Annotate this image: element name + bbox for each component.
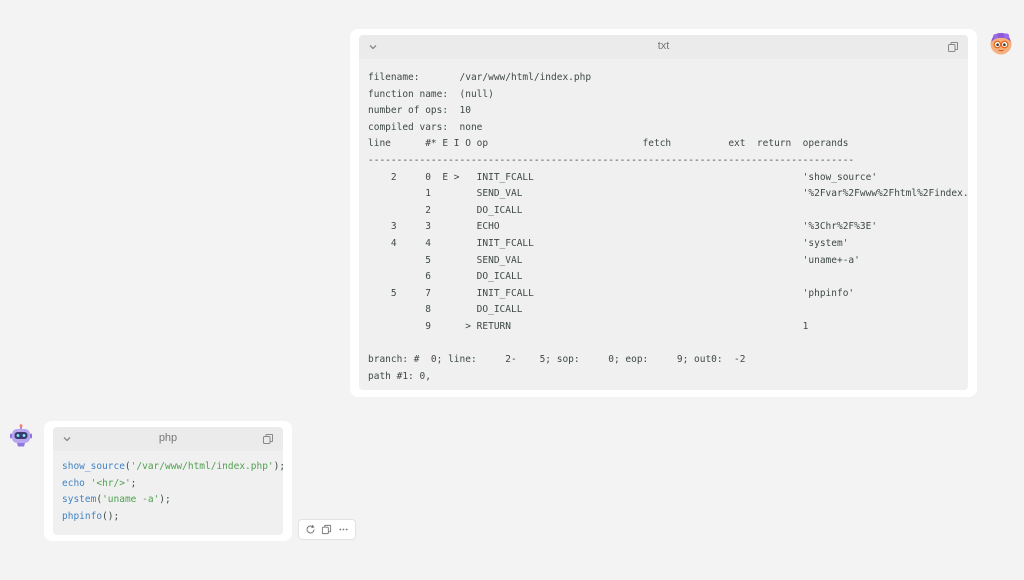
code-line: show_source('/var/www/html/index.php'); bbox=[62, 459, 283, 476]
opcode-dump-text: filename: /var/www/html/index.php functio… bbox=[368, 70, 968, 385]
txt-code-block: txt filename: /var/www/html/index.php fun… bbox=[359, 35, 968, 390]
code-line: phpinfo(); bbox=[62, 509, 283, 526]
code-line: 2 DO_ICALL bbox=[368, 204, 523, 216]
user-avatar-icon bbox=[989, 31, 1013, 55]
code-token: echo bbox=[62, 477, 85, 489]
code-block-header: php bbox=[53, 427, 283, 451]
code-token: ; bbox=[130, 477, 137, 489]
code-token: 'uname -a' bbox=[102, 494, 160, 506]
code-line: system('uname -a'); bbox=[62, 492, 283, 509]
php-code-block: php show_source('/var/www/html/index.php… bbox=[53, 427, 283, 535]
code-token: system bbox=[62, 494, 97, 506]
code-line: 8 DO_ICALL bbox=[368, 304, 523, 316]
code-line: compiled vars: none bbox=[368, 121, 483, 133]
code-line: 9 > RETURN 1 bbox=[368, 320, 809, 332]
assistant-message: php show_source('/var/www/html/index.php… bbox=[44, 421, 292, 541]
code-line: 5 7 INIT_FCALL 'phpinfo' bbox=[368, 287, 855, 299]
code-line: filename: /var/www/html/index.php bbox=[368, 72, 592, 83]
more-icon[interactable] bbox=[338, 524, 350, 536]
copy-icon[interactable] bbox=[262, 433, 274, 445]
code-token: phpinfo bbox=[62, 510, 103, 522]
code-line: 3 3 ECHO '%3Chr%2F%3E' bbox=[368, 221, 878, 233]
code-line: ----------------------------------------… bbox=[368, 154, 855, 166]
code-block-header: txt bbox=[359, 35, 968, 59]
code-line: line #* E I O op fetch ext return operan… bbox=[368, 138, 849, 150]
code-line: 2 0 E > INIT_FCALL 'show_source' bbox=[368, 171, 878, 183]
code-line: 4 4 INIT_FCALL 'system' bbox=[368, 237, 849, 249]
code-line: echo '<hr/>'; bbox=[62, 476, 283, 493]
code-line: branch: # 0; line: 2- 5; sop: 0; eop: 9;… bbox=[368, 354, 746, 366]
copy-icon[interactable] bbox=[947, 41, 959, 53]
code-language-label: txt bbox=[657, 40, 670, 52]
code-line: path #1: 0, bbox=[368, 370, 431, 382]
code-token: ); bbox=[273, 461, 283, 472]
user-message: txt filename: /var/www/html/index.php fun… bbox=[350, 29, 977, 397]
code-line: 5 SEND_VAL 'uname+-a' bbox=[368, 254, 860, 266]
bot-avatar-icon bbox=[9, 424, 33, 448]
code-line: function name: (null) bbox=[368, 88, 494, 100]
refresh-icon[interactable] bbox=[304, 524, 316, 536]
code-language-label: php bbox=[158, 432, 178, 444]
php-code-text: show_source('/var/www/html/index.php');e… bbox=[62, 459, 283, 525]
code-line: 6 DO_ICALL bbox=[368, 271, 523, 283]
code-token: ); bbox=[159, 494, 171, 506]
code-line: number of ops: 10 bbox=[368, 105, 471, 117]
code-line: 1 SEND_VAL '%2Fvar%2Fwww%2Fhtml%2Findex.… bbox=[368, 188, 968, 200]
code-token: (); bbox=[102, 510, 120, 522]
code-token: '<hr/>' bbox=[90, 477, 131, 489]
copy-icon[interactable] bbox=[321, 524, 333, 536]
message-actions bbox=[298, 519, 356, 540]
code-token: '/var/www/html/index.php' bbox=[130, 461, 274, 472]
code-token: show_source bbox=[62, 461, 125, 472]
